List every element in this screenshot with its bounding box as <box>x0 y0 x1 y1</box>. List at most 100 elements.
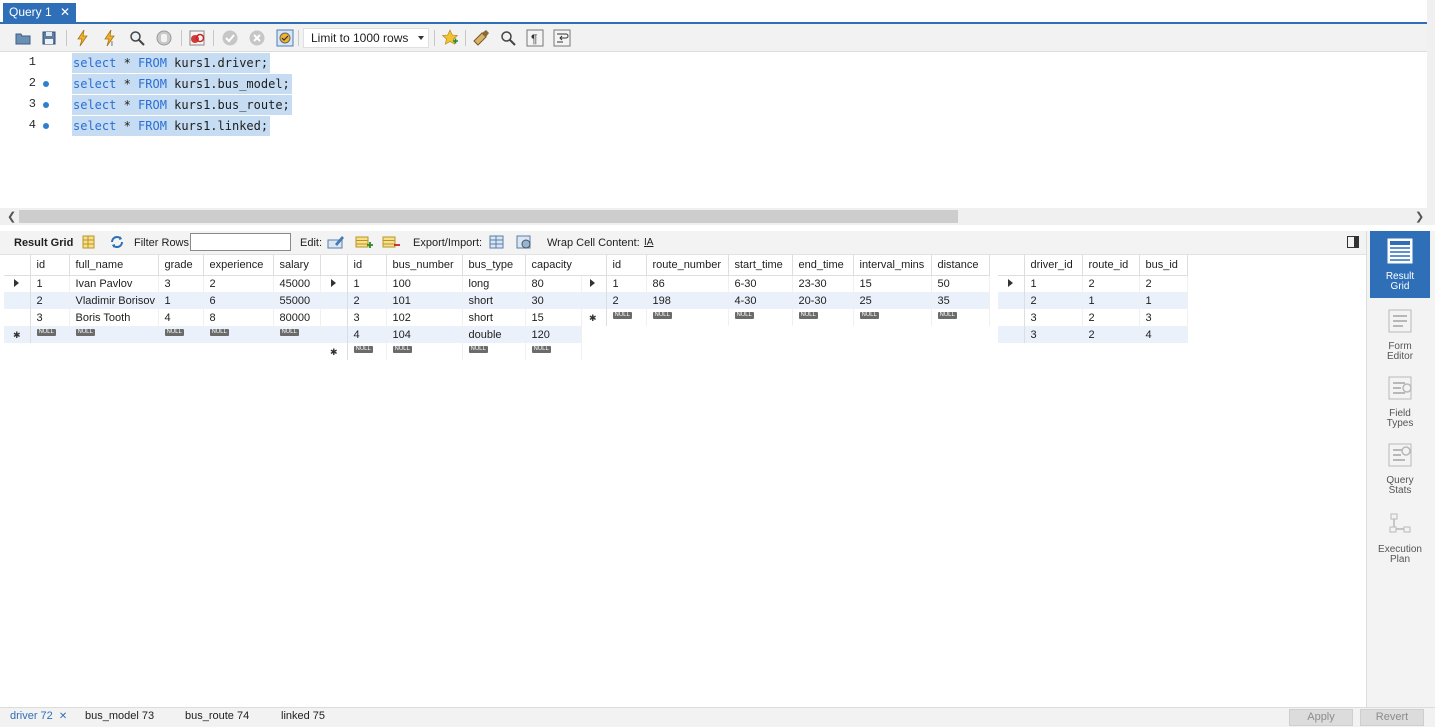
table-cell[interactable]: 2 <box>1082 275 1140 292</box>
new-row[interactable]: ✱ NULL NULL NULL NULL <box>321 343 582 360</box>
table-cell[interactable]: 4 <box>1139 326 1188 343</box>
rollback-x-icon[interactable] <box>248 29 266 47</box>
current-row-arrow-icon[interactable] <box>321 275 348 292</box>
row-header[interactable] <box>321 326 348 343</box>
table-row[interactable]: 1 100 long 80 <box>321 275 582 292</box>
table-cell[interactable]: 55000 <box>273 292 321 309</box>
execute-lightning-icon[interactable] <box>74 29 92 47</box>
invisible-chars-icon[interactable]: ¶ <box>526 29 544 47</box>
limit-rows-select[interactable]: Limit to 1000 rows <box>303 28 429 48</box>
table-cell[interactable]: 4 <box>347 326 387 343</box>
scroll-left-icon[interactable]: ❮ <box>7 210 16 223</box>
field-types-view-button[interactable]: Field Types <box>1370 368 1430 429</box>
save-icon[interactable] <box>40 29 58 47</box>
table-row[interactable]: 2 101 short 30 <box>321 292 582 309</box>
table-cell[interactable]: 20-30 <box>792 292 854 309</box>
table-cell[interactable]: 4-30 <box>728 292 793 309</box>
table-cell[interactable]: 1 <box>158 292 204 309</box>
table-cell[interactable]: 3 <box>347 309 387 326</box>
open-folder-icon[interactable] <box>14 29 32 47</box>
null-cell[interactable]: NULL <box>158 326 204 343</box>
column-header[interactable]: end_time <box>792 255 854 276</box>
table-cell[interactable]: long <box>462 275 526 292</box>
column-header[interactable]: salary <box>273 255 321 276</box>
column-header[interactable]: grade <box>158 255 204 276</box>
table-cell[interactable]: short <box>462 309 526 326</box>
column-header[interactable]: id <box>347 255 387 276</box>
null-cell[interactable]: NULL <box>462 343 526 360</box>
column-header[interactable]: route_number <box>646 255 729 276</box>
table-row[interactable]: 1 Ivan Pavlov 3 2 45000 <box>4 275 321 292</box>
column-header[interactable]: start_time <box>728 255 793 276</box>
column-header[interactable]: driver_id <box>1024 255 1083 276</box>
table-cell[interactable]: 2 <box>1139 275 1188 292</box>
edit-row-icon[interactable] <box>327 234 345 250</box>
row-header-corner[interactable] <box>4 255 31 276</box>
table-cell[interactable]: 1 <box>1082 292 1140 309</box>
refresh-icon[interactable] <box>108 234 126 250</box>
editor-vertical-scrollbar[interactable] <box>1427 0 1435 208</box>
column-header[interactable]: bus_number <box>386 255 463 276</box>
table-cell[interactable]: 198 <box>646 292 729 309</box>
table-row[interactable]: 3 102 short 15 <box>321 309 582 326</box>
current-row-arrow-icon[interactable] <box>4 275 31 292</box>
close-icon[interactable]: ✕ <box>59 711 67 722</box>
beautify-broom-icon[interactable] <box>472 29 490 47</box>
null-cell[interactable]: NULL <box>273 326 321 343</box>
apply-button[interactable]: Apply <box>1289 709 1353 726</box>
export-icon[interactable] <box>488 234 506 250</box>
result-grid-label[interactable]: Result Grid <box>14 237 73 249</box>
table-cell[interactable]: 3 <box>1139 309 1188 326</box>
column-header[interactable]: full_name <box>69 255 159 276</box>
import-icon[interactable] <box>515 234 533 250</box>
result-tab-linked[interactable]: linked 75 <box>281 710 325 722</box>
wrap-toggle-icon[interactable]: IA <box>644 237 653 248</box>
row-header-corner[interactable] <box>998 255 1025 276</box>
row-header[interactable] <box>998 292 1025 309</box>
table-row[interactable]: 2 1 1 <box>998 292 1188 309</box>
result-tab-bus-route[interactable]: bus_route 74 <box>185 710 249 722</box>
table-cell[interactable]: Boris Tooth <box>69 309 159 326</box>
scrollbar-thumb[interactable] <box>19 210 958 223</box>
delete-row-icon[interactable] <box>382 234 400 250</box>
result-tab-bus-model[interactable]: bus_model 73 <box>85 710 154 722</box>
add-snippet-star-icon[interactable] <box>441 29 459 47</box>
column-header[interactable]: experience <box>203 255 274 276</box>
column-header[interactable]: id <box>30 255 70 276</box>
table-cell[interactable]: 3 <box>158 275 204 292</box>
table-cell[interactable]: 1 <box>347 275 387 292</box>
table-row[interactable]: 1 2 2 <box>998 275 1188 292</box>
table-cell[interactable]: Ivan Pavlov <box>69 275 159 292</box>
stop-hand-icon[interactable] <box>155 29 173 47</box>
table-cell[interactable]: 102 <box>386 309 463 326</box>
find-magnifier-icon[interactable] <box>499 29 517 47</box>
code-line[interactable]: select * FROM kurs1.bus_route; <box>72 95 292 115</box>
table-row[interactable]: 2 Vladimir Borisov 1 6 55000 <box>4 292 321 309</box>
table-row[interactable]: 2 198 4-30 20-30 25 35 <box>580 292 990 309</box>
null-cell[interactable]: NULL <box>606 309 647 326</box>
add-row-icon[interactable] <box>355 234 373 250</box>
table-row[interactable]: 1 86 6-30 23-30 15 50 <box>580 275 990 292</box>
sql-editor[interactable]: 1 select * FROM kurs1.driver; 2 select *… <box>0 52 1427 208</box>
new-row[interactable]: ✱ NULL NULL NULL NULL NULL NULL <box>580 309 990 326</box>
table-cell[interactable]: 1 <box>1024 275 1083 292</box>
table-cell[interactable]: 120 <box>525 326 582 343</box>
table-cell[interactable]: 101 <box>386 292 463 309</box>
table-cell[interactable]: 30 <box>525 292 582 309</box>
null-cell[interactable]: NULL <box>525 343 582 360</box>
row-header[interactable] <box>998 326 1025 343</box>
table-cell[interactable]: 80 <box>525 275 582 292</box>
table-cell[interactable]: double <box>462 326 526 343</box>
row-header[interactable] <box>580 292 607 309</box>
editor-horizontal-scrollbar[interactable]: ❮ ❯ <box>0 208 1435 225</box>
table-cell[interactable]: 2 <box>606 292 647 309</box>
toggle-sidebar-icon[interactable] <box>1347 236 1359 248</box>
table-cell[interactable]: 1 <box>30 275 70 292</box>
null-cell[interactable]: NULL <box>203 326 274 343</box>
autocommit-toggle-icon[interactable] <box>276 29 294 47</box>
null-cell[interactable]: NULL <box>728 309 793 326</box>
row-header[interactable] <box>998 309 1025 326</box>
table-cell[interactable]: 6 <box>203 292 274 309</box>
table-cell[interactable]: 50 <box>931 275 990 292</box>
new-row-star-icon[interactable]: ✱ <box>4 326 31 343</box>
